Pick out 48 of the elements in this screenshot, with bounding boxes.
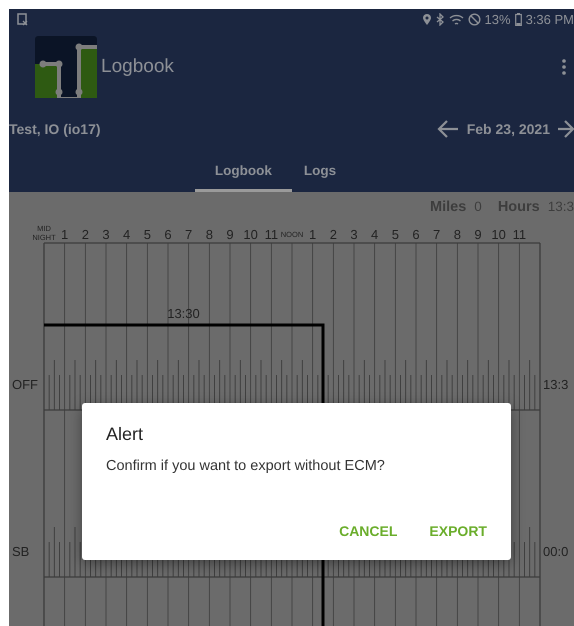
- hour-label: 3: [102, 227, 110, 242]
- row-total: 13:3: [543, 377, 568, 392]
- dialog-message: Confirm if you want to export without ECM?: [106, 457, 386, 476]
- hour-label: 1: [61, 227, 68, 242]
- hour-label: 9: [474, 227, 482, 242]
- hour-label: 6: [412, 227, 420, 242]
- hour-label: 10: [491, 227, 506, 242]
- hour-label: 7: [433, 227, 440, 242]
- hour-label: 1: [309, 227, 316, 242]
- duty-row-label: SB: [12, 544, 30, 559]
- hour-label: 3: [350, 227, 358, 242]
- log-date: Feb 23, 2021: [466, 120, 550, 138]
- bluetooth-icon: [436, 13, 445, 26]
- hour-label: 11: [512, 227, 526, 242]
- hour-label: 4: [123, 227, 130, 242]
- hour-label: 9: [226, 227, 234, 242]
- hour-label: 5: [392, 227, 399, 242]
- hour-label: 5: [144, 227, 151, 242]
- hour-label: 4: [371, 227, 378, 242]
- right-arrow-icon: [558, 120, 574, 138]
- hour-label: 8: [454, 227, 461, 242]
- logbook-logo-icon: [35, 36, 97, 98]
- notification-icon: [17, 13, 28, 26]
- hour-label: 8: [206, 227, 213, 242]
- hour-label: 2: [330, 227, 337, 242]
- wifi-icon: [448, 14, 464, 26]
- tab[interactable]: Logs: [292, 154, 348, 192]
- hour-label: 2: [82, 227, 89, 242]
- location-icon: [422, 13, 432, 26]
- do-not-disturb-icon: [468, 13, 481, 26]
- battery-percent: 13%: [484, 10, 511, 29]
- driver-name: Test, IO (io17): [9, 120, 101, 139]
- duration-label: 13:30: [167, 306, 200, 321]
- tab[interactable]: Logbook: [194, 154, 292, 192]
- battery-icon: [514, 13, 522, 26]
- dialog-button[interactable]: EXPORT: [421, 517, 495, 546]
- left-arrow-icon: [436, 120, 459, 138]
- hour-label: 11: [264, 227, 278, 242]
- clock-time: 3:36 PM: [526, 10, 574, 29]
- row-total: 00:0: [543, 544, 568, 559]
- dialog-title: Alert: [106, 423, 144, 446]
- more-icon: [562, 58, 566, 75]
- hour-label: 10: [243, 227, 258, 242]
- hour-label: 6: [164, 227, 172, 242]
- app-title: Logbook: [101, 54, 174, 79]
- hour-label: 7: [185, 227, 192, 242]
- dialog-button[interactable]: CANCEL: [331, 517, 406, 546]
- duty-row-label: OFF: [12, 377, 38, 392]
